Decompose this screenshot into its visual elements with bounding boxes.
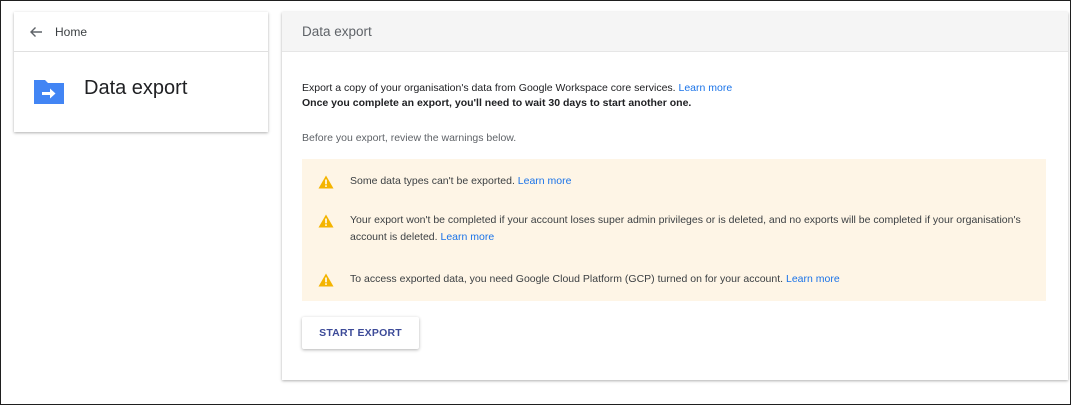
warning-learn-more-link[interactable]: Learn more bbox=[440, 231, 494, 243]
warning-icon bbox=[318, 175, 334, 189]
warning-icon bbox=[318, 214, 334, 228]
warning-learn-more-link[interactable]: Learn more bbox=[518, 175, 572, 187]
arrow-back-icon bbox=[29, 25, 43, 39]
app-title: Data export bbox=[84, 76, 188, 99]
warnings-panel: Some data types can't be exported. Learn… bbox=[302, 159, 1046, 301]
warning-icon bbox=[318, 273, 334, 287]
warning-text: To access exported data, you need Google… bbox=[350, 273, 784, 285]
card-title: Data export bbox=[302, 24, 372, 39]
review-warnings-text: Before you export, review the warnings b… bbox=[302, 132, 517, 144]
page-frame: Home Data export Data export Export a co… bbox=[0, 0, 1071, 405]
warning-item: Your export won't be completed if your a… bbox=[318, 214, 1040, 246]
home-label: Home bbox=[55, 24, 88, 39]
card-header: Data export bbox=[282, 12, 1068, 52]
home-back-link[interactable]: Home bbox=[14, 12, 268, 52]
warning-learn-more-link[interactable]: Learn more bbox=[786, 273, 840, 285]
app-header: Data export bbox=[14, 52, 268, 108]
warning-item: To access exported data, you need Google… bbox=[318, 273, 1040, 288]
warning-text: Some data types can't be exported. bbox=[350, 175, 515, 187]
folder-export-icon bbox=[32, 74, 66, 108]
start-export-button[interactable]: START EXPORT bbox=[302, 317, 419, 349]
intro-line-2: Once you complete an export, you'll need… bbox=[302, 97, 692, 109]
intro-line-1: Export a copy of your organisation's dat… bbox=[302, 82, 676, 94]
warning-item: Some data types can't be exported. Learn… bbox=[318, 175, 1040, 190]
intro-learn-more-link[interactable]: Learn more bbox=[679, 82, 733, 94]
data-export-card: Data export Export a copy of your organi… bbox=[282, 12, 1068, 380]
intro-text: Export a copy of your organisation's dat… bbox=[302, 81, 732, 111]
app-nav-card: Home Data export bbox=[14, 12, 268, 132]
